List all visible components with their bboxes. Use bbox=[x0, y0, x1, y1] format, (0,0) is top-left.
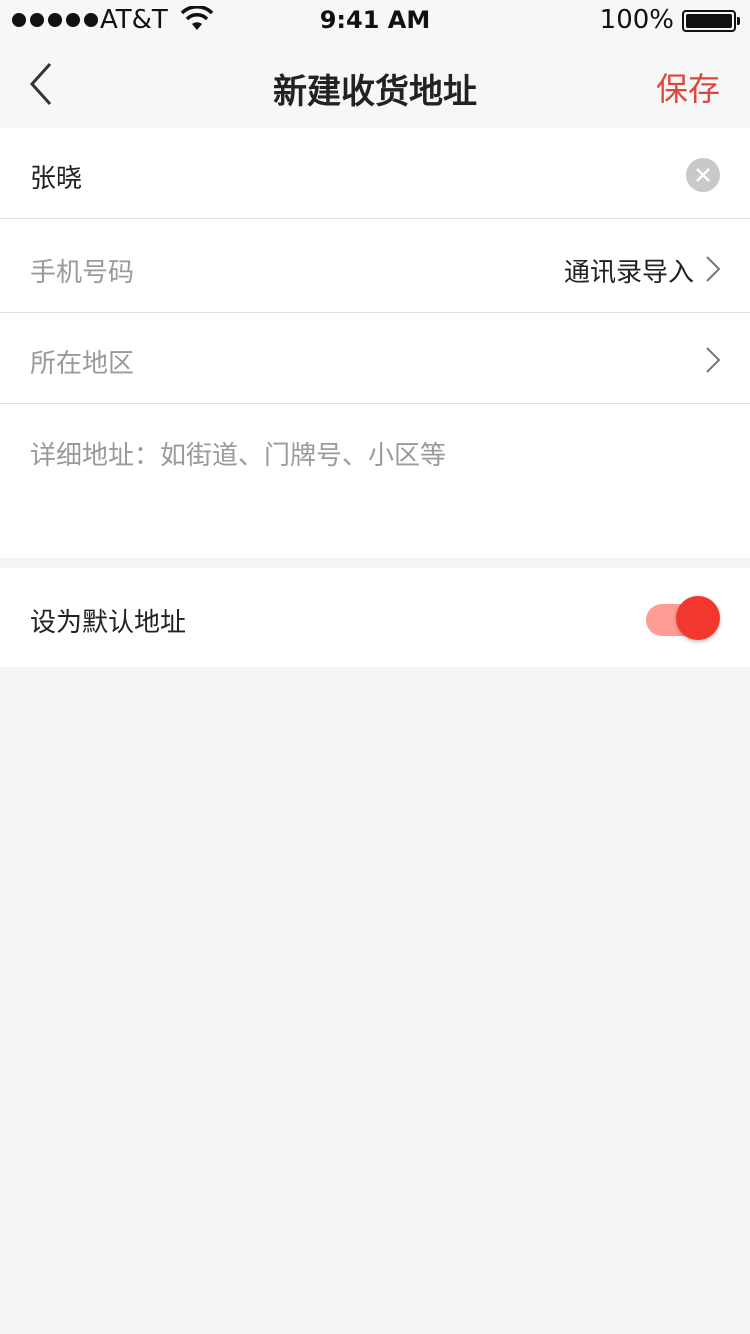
chevron-right-icon[interactable] bbox=[704, 254, 722, 284]
phone-row: 手机号码 通讯录导入 bbox=[0, 222, 750, 313]
name-input[interactable]: 张晓 bbox=[30, 158, 82, 195]
contacts-import-button[interactable]: 通讯录导入 bbox=[564, 252, 694, 289]
screen: AT&T 9:41 AM 100% 新建收货地址 保存 张晓 手机号码 通讯录导… bbox=[0, 0, 750, 1334]
default-address-row: 设为默认地址 bbox=[0, 568, 750, 667]
region-row[interactable]: 所在地区 bbox=[0, 313, 750, 404]
address-detail-area[interactable]: 详细地址：如街道、门牌号、小区等 bbox=[0, 405, 750, 558]
name-row: 张晓 bbox=[0, 128, 750, 219]
address-form: 张晓 手机号码 通讯录导入 所在地区 详细地址：如街道、门牌号、小区等 bbox=[0, 128, 750, 558]
phone-input[interactable]: 手机号码 bbox=[30, 252, 134, 289]
battery-icon bbox=[682, 10, 740, 32]
status-bar: AT&T 9:41 AM 100% bbox=[0, 0, 750, 40]
page-title: 新建收货地址 bbox=[273, 72, 477, 112]
default-address-label: 设为默认地址 bbox=[30, 608, 187, 638]
default-address-toggle[interactable] bbox=[646, 596, 720, 642]
clear-icon[interactable] bbox=[686, 158, 720, 192]
navigation-bar: 新建收货地址 保存 bbox=[0, 40, 750, 128]
region-selector[interactable]: 所在地区 bbox=[30, 343, 134, 380]
chevron-right-icon[interactable] bbox=[704, 345, 722, 375]
battery-percentage: 100% bbox=[599, 5, 674, 35]
save-button[interactable]: 保存 bbox=[656, 64, 720, 110]
address-detail-input[interactable]: 详细地址：如街道、门牌号、小区等 bbox=[30, 435, 446, 472]
